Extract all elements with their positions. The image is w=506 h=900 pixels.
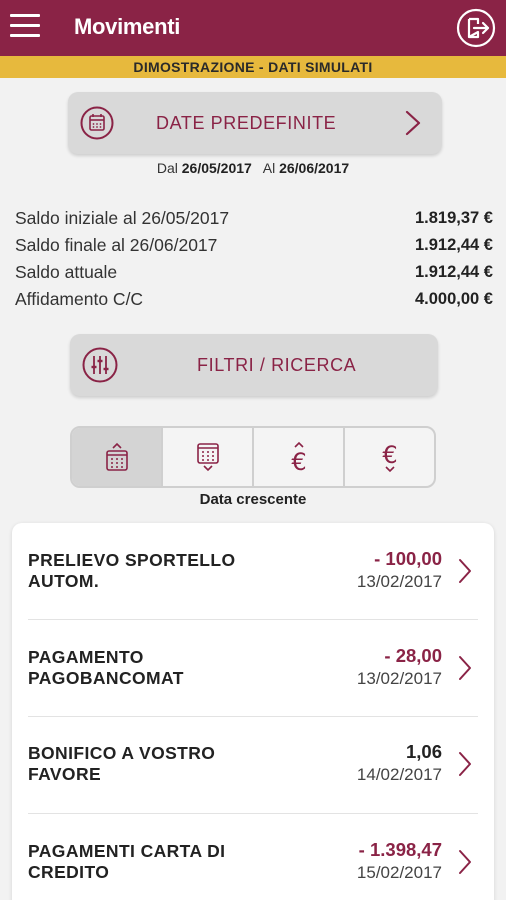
sort-amount-descending-button[interactable]: € [345,428,434,486]
summary-label: Saldo finale al 26/06/2017 [15,235,218,255]
calendar-icon [80,106,114,140]
date-presets-button[interactable]: DATE PREDEFINITE [68,92,442,154]
filter-search-label: FILTRI / RICERCA [197,355,357,375]
transaction-row[interactable]: PAGAMENTO PAGOBANCOMAT - 28,00 13/02/201… [28,620,478,717]
demo-banner: DIMOSTRAZIONE - DATI SIMULATI [0,56,506,78]
summary-label: Affidamento C/C [15,289,144,309]
transaction-date: 13/02/2017 [356,669,442,688]
sort-date-ascending-button[interactable] [72,428,163,486]
app-bar: Movimenti [0,0,506,56]
summary-row: Saldo iniziale al 26/05/2017 1.819,37 € [15,205,493,232]
summary-row: Affidamento C/C 4.000,00 € [15,286,493,313]
summary-label: Saldo attuale [15,262,118,282]
transaction-amount: - 100,00 [374,548,442,569]
transactions-list: PRELIEVO SPORTELLO AUTOM. - 100,00 13/02… [12,523,494,900]
balance-summary: Saldo iniziale al 26/05/2017 1.819,37 € … [15,205,493,313]
date-range: Dal 26/05/2017 Al 26/06/2017 [0,160,506,176]
summary-value: 4.000,00 € [415,290,493,308]
chevron-right-icon [459,850,471,874]
transaction-description: PRELIEVO SPORTELLO AUTOM. [28,550,288,592]
svg-text:€: € [291,448,306,473]
transaction-amount: - 1.398,47 [358,839,442,860]
transaction-date: 14/02/2017 [356,765,442,784]
chevron-right-icon [405,110,421,136]
euro-descending-icon: € [382,441,397,473]
svg-text:€: € [382,441,397,469]
range-from-date: 26/05/2017 [181,160,252,176]
transaction-row[interactable]: BONIFICO A VOSTRO FAVORE 1,06 14/02/2017 [28,717,478,814]
summary-value: 1.912,44 € [415,263,493,281]
transaction-description: PAGAMENTO PAGOBANCOMAT [28,647,288,689]
sort-date-descending-button[interactable] [163,428,254,486]
date-presets-label: DATE PREDEFINITE [156,113,337,133]
transaction-description-line: BONIFICO A VOSTRO [28,743,216,763]
chevron-right-icon [459,752,471,776]
transaction-description-line: AUTOM. [28,571,100,591]
transaction-amount: 1,06 [405,741,442,762]
transaction-description-line: PAGAMENTO [28,647,144,667]
calendar-descending-icon [196,443,219,472]
page-title: Movimenti [74,14,181,39]
transaction-date: 15/02/2017 [356,863,442,882]
summary-value: 1.912,44 € [415,236,493,254]
sliders-icon [82,347,118,383]
transaction-description: BONIFICO A VOSTRO FAVORE [28,743,288,785]
sort-segmented-control: € € [70,426,436,488]
transaction-date: 13/02/2017 [356,572,442,591]
range-to-label: Al [262,160,276,176]
sort-order-label: Data crescente [199,491,307,508]
calendar-ascending-icon [105,442,128,471]
logout-icon[interactable] [456,8,496,48]
chevron-right-icon [459,559,471,583]
transaction-description-line: PAGAMENTI CARTA DI [28,841,226,861]
filter-search-button[interactable]: FILTRI / RICERCA [70,334,438,396]
range-to-date: 26/06/2017 [279,160,350,176]
summary-row: Saldo attuale 1.912,44 € [15,259,493,286]
summary-value: 1.819,37 € [415,209,493,227]
range-from-label: Dal [156,160,178,176]
transaction-row[interactable]: PAGAMENTI CARTA DI CREDITO - 1.398,47 15… [28,814,478,900]
transaction-description-line: CREDITO [28,862,110,882]
transaction-row[interactable]: PRELIEVO SPORTELLO AUTOM. - 100,00 13/02… [28,523,478,620]
summary-label: Saldo iniziale al 26/05/2017 [15,208,230,228]
hamburger-menu-icon[interactable] [10,14,40,40]
transaction-description-line: FAVORE [28,764,102,784]
transaction-description: PAGAMENTI CARTA DI CREDITO [28,841,288,883]
euro-ascending-icon: € [291,441,306,473]
chevron-right-icon [459,656,471,680]
transaction-description-line: PRELIEVO SPORTELLO [28,550,236,570]
transaction-amount: - 28,00 [384,645,442,666]
summary-row: Saldo finale al 26/06/2017 1.912,44 € [15,232,493,259]
sort-amount-ascending-button[interactable]: € [254,428,345,486]
transaction-description-line: PAGOBANCOMAT [28,668,184,688]
